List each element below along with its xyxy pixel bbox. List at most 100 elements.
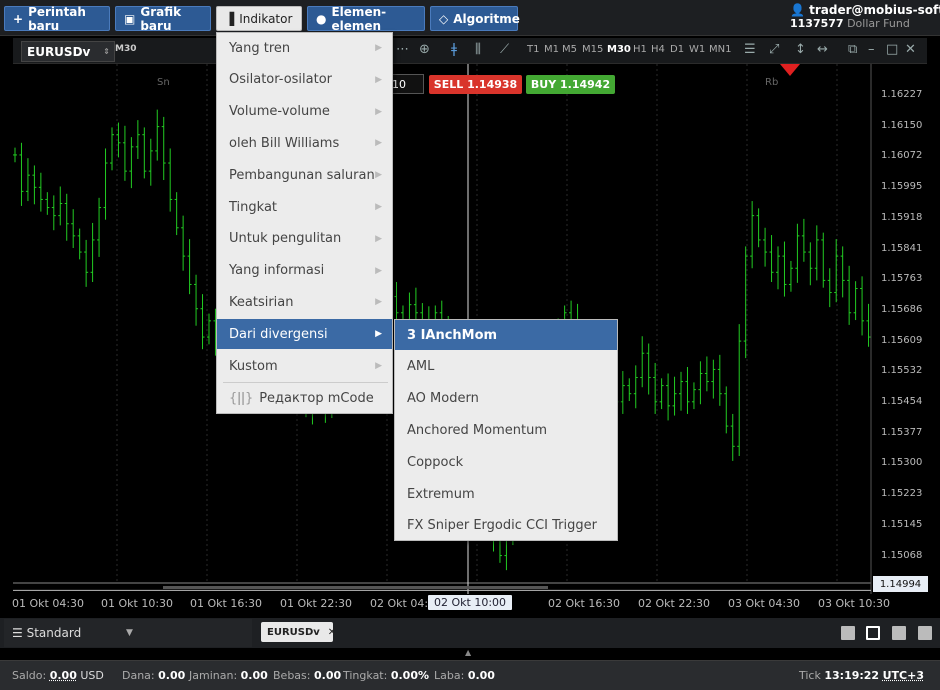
y-tick-label: 1.15995 [881,181,922,192]
chevron-right-icon: ▶ [375,75,382,85]
x-tick-label: 03 Okt 10:30 [818,597,890,610]
y-tick-label: 1.15686 [881,304,922,315]
buy-button[interactable]: BUY 1.14942 [526,75,615,94]
submenu-item[interactable]: FX Sniper Ergodic CCI Trigger [395,511,617,541]
jaminan-label: Jaminan: [189,669,237,682]
vertical-scale-icon[interactable]: ↕ [795,42,806,57]
indicator-menu: Yang tren ▶ Osilator-osilator ▶ Volume-volum… [216,32,393,414]
zoom-icon[interactable]: ⤢ [769,42,779,57]
timeframe-w1[interactable]: W1 [689,44,705,55]
algorithm-button[interactable]: ◇ Algoritme [430,6,518,31]
account-number: 1137577 [790,17,844,30]
symbol-selector[interactable]: EURUSDv ⇕ [21,41,115,62]
chevron-right-icon: ▶ [375,170,382,180]
menu-item[interactable]: Yang informasi ▶ [217,256,392,286]
layout-single-icon[interactable] [841,626,855,640]
close-tab-icon[interactable]: ✕ [328,627,336,638]
saldo-currency: USD [80,669,104,682]
chevron-right-icon: ▶ [375,43,382,53]
mcode-editor-label: Редактор mCode [259,391,374,406]
menu-item[interactable]: Untuk pengulitan ▶ [217,224,392,254]
timeframe-mn1[interactable]: MN1 [709,44,731,55]
y-tick-label: 1.15609 [881,335,922,346]
submenu-item[interactable]: Anchored Momentum [395,415,617,445]
y-tick-label: 1.15145 [881,519,922,530]
clock: 13:19:22 [824,669,879,682]
layout-selector[interactable]: ☰ Standard ▼ [4,619,252,647]
menu-item[interactable]: Yang tren ▶ [217,33,392,63]
submenu-item[interactable]: Coppock [395,447,617,477]
submenu-item[interactable]: 3 IAnchMom [395,320,617,350]
buy-price: 1.14942 [560,78,610,91]
algorithm-label: Algoritme [453,12,520,26]
saldo-label: Saldo: [12,669,46,682]
horizontal-scale-icon[interactable]: ↔ [817,42,828,57]
maximize-icon[interactable]: □ [886,42,898,57]
submenu-item[interactable]: Extremum [395,479,617,509]
bars-icon[interactable]: ǂ [451,42,457,57]
timeframe-m15[interactable]: M15 [582,44,603,55]
saldo-value[interactable]: 0.00 [50,669,77,682]
timeframe-badge: M30 [115,44,136,54]
horizontal-scrollbar [163,586,548,589]
divergence-submenu: 3 IAnchMom AML AO Modern Anchored Momentum C… [394,319,618,541]
y-tick-label: 1.16227 [881,89,922,100]
menu-item-label: Tingkat [229,200,277,215]
line-chart-icon[interactable]: ⟋ [500,42,509,57]
y-tick-label: 1.15841 [881,243,922,254]
crosshair-icon[interactable]: ⊕ [419,42,430,57]
menu-item[interactable]: Keatsirian ▶ [217,287,392,317]
timeframe-m30[interactable]: M30 [607,44,631,55]
candles-icon[interactable]: ⫼ [475,42,481,57]
menu-item[interactable]: Kustom ▶ [217,351,392,381]
new-chart-button[interactable]: ▣ Grafik baru [115,6,211,31]
y-tick-label: 1.15223 [881,488,922,499]
timeframe-d1[interactable]: D1 [670,44,684,55]
layout-columns-icon[interactable] [892,626,906,640]
timeframe-m5[interactable]: M5 [562,44,577,55]
indicator-button[interactable]: ▐ Indikator [216,6,302,31]
symbol-label: EURUSDv [27,45,90,59]
layout-grid-icon[interactable] [866,626,880,640]
menu-item[interactable]: Pembangunan saluran ▶ [217,160,392,190]
elements-button[interactable]: ● Elemen-elemen [307,6,425,31]
menu-item-label: Untuk pengulitan [229,231,341,246]
menu-item[interactable]: Tingkat ▶ [217,192,392,222]
current-price-tag: 1.14994 [873,576,928,592]
chevron-right-icon: ▶ [375,107,382,117]
menu-item[interactable]: Osilator-osilator ▶ [217,65,392,95]
timeframe-h1[interactable]: H1 [633,44,647,55]
submenu-item[interactable]: AML [395,352,617,382]
menu-item[interactable]: Dari divergensi ▶ [217,319,392,349]
buy-label: BUY [531,78,556,91]
sell-button[interactable]: SELL 1.14938 [429,75,522,94]
expand-up-icon[interactable]: ▲ [465,648,471,657]
close-icon[interactable]: ✕ [905,42,916,57]
main-toolbar: + Perintah baru ▣ Grafik baru ▐ Indikator ●… [0,0,940,36]
timeframe-h4[interactable]: H4 [651,44,665,55]
y-tick-label: 1.15377 [881,427,922,438]
timeframe-m1[interactable]: M1 [544,44,559,55]
submenu-item[interactable]: AO Modern [395,384,617,414]
menu-item[interactable]: Volume-volume ▶ [217,97,392,127]
chart-icon: ▣ [124,12,135,26]
lot-input[interactable]: 10 [388,74,424,94]
menu-icon: ☰ [12,626,23,640]
timeframe-t1[interactable]: T1 [527,44,539,55]
menu-item-label: Keatsirian [229,295,294,310]
menu-item[interactable]: oleh Bill Williams ▶ [217,128,392,158]
status-bar: Saldo: 0.00 USD Dana: 0.00 Jaminan: 0.00… [0,660,940,690]
mcode-editor-item[interactable]: {ǀǀ} Редактор mCode [217,383,392,413]
settings-icon[interactable]: ☰ [744,42,756,57]
minimize-icon[interactable]: – [868,42,875,57]
x-tick-label: 01 Okt 04:30 [12,597,84,610]
timezone[interactable]: UTC+3 [883,669,924,682]
user-info[interactable]: 👤 trader@mobius-soft.org 1137577 Dollar … [790,3,936,35]
session-label: Sn [157,77,170,88]
layout-rows-icon[interactable] [918,626,932,640]
chart-tab[interactable]: EURUSDv ✕ [261,622,333,642]
more-icon[interactable]: ⋯ [396,42,409,57]
new-order-button[interactable]: + Perintah baru [4,6,110,31]
indicator-label: Indikator [239,12,292,26]
detach-icon[interactable]: ⧉ [848,42,857,57]
